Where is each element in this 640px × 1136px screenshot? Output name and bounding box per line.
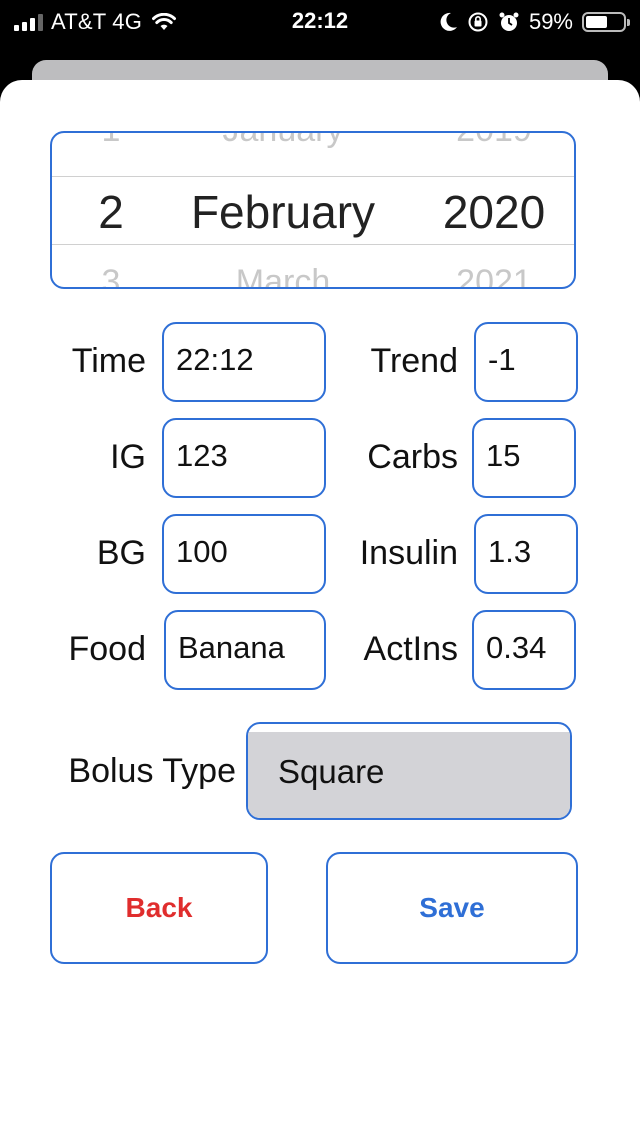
insulin-label: Insulin	[359, 534, 458, 572]
status-right: 59%	[440, 8, 630, 36]
moon-icon	[440, 12, 457, 31]
carbs-label: Carbs	[367, 438, 458, 476]
status-bar: AT&T 4G 22:12 59%	[0, 0, 640, 44]
insulin-field[interactable]: 1.3	[474, 514, 578, 594]
save-button[interactable]: Save	[326, 852, 578, 964]
date-picker[interactable]: 1 2 3 January February March 2019 2020 2…	[50, 131, 576, 289]
ig-field[interactable]: 123	[162, 418, 326, 498]
picker-day-selected[interactable]: 2	[52, 185, 170, 239]
bg-label: BG	[96, 534, 146, 572]
picker-year-selected[interactable]: 2020	[412, 185, 574, 239]
food-label: Food	[68, 630, 147, 668]
back-button[interactable]: Back	[50, 852, 268, 964]
bolus-type-value[interactable]: Square	[248, 732, 570, 818]
battery-percent: 59%	[528, 9, 573, 34]
picker-month-selected[interactable]: February	[170, 185, 396, 239]
carbs-field[interactable]: 15	[472, 418, 576, 498]
picker-year-next[interactable]: 2021	[412, 263, 574, 287]
picker-day-next[interactable]: 3	[52, 263, 170, 287]
battery-fill	[586, 16, 608, 28]
alarm-icon	[499, 12, 519, 31]
actins-field[interactable]: 0.34	[472, 610, 576, 690]
bg-field[interactable]: 100	[162, 514, 326, 594]
picker-month-prev[interactable]: January	[170, 133, 396, 150]
picker-year-prev[interactable]: 2019	[412, 133, 574, 150]
trend-label: Trend	[370, 342, 458, 380]
time-label: Time	[71, 342, 146, 380]
battery-icon	[582, 12, 630, 32]
bolus-type-label: Bolus Type	[68, 752, 236, 790]
bolus-type-select[interactable]: Square	[246, 722, 572, 820]
time-field[interactable]: 22:12	[162, 322, 326, 402]
orientation-lock-icon	[468, 12, 488, 32]
entry-sheet: 1 2 3 January February March 2019 2020 2…	[0, 80, 640, 1136]
food-field[interactable]: Banana	[164, 610, 326, 690]
trend-field[interactable]: -1	[474, 322, 578, 402]
picker-day-prev[interactable]: 1	[52, 133, 170, 150]
actins-label: ActIns	[363, 630, 458, 668]
picker-month-next[interactable]: March	[170, 263, 396, 287]
ig-label: IG	[110, 438, 146, 476]
